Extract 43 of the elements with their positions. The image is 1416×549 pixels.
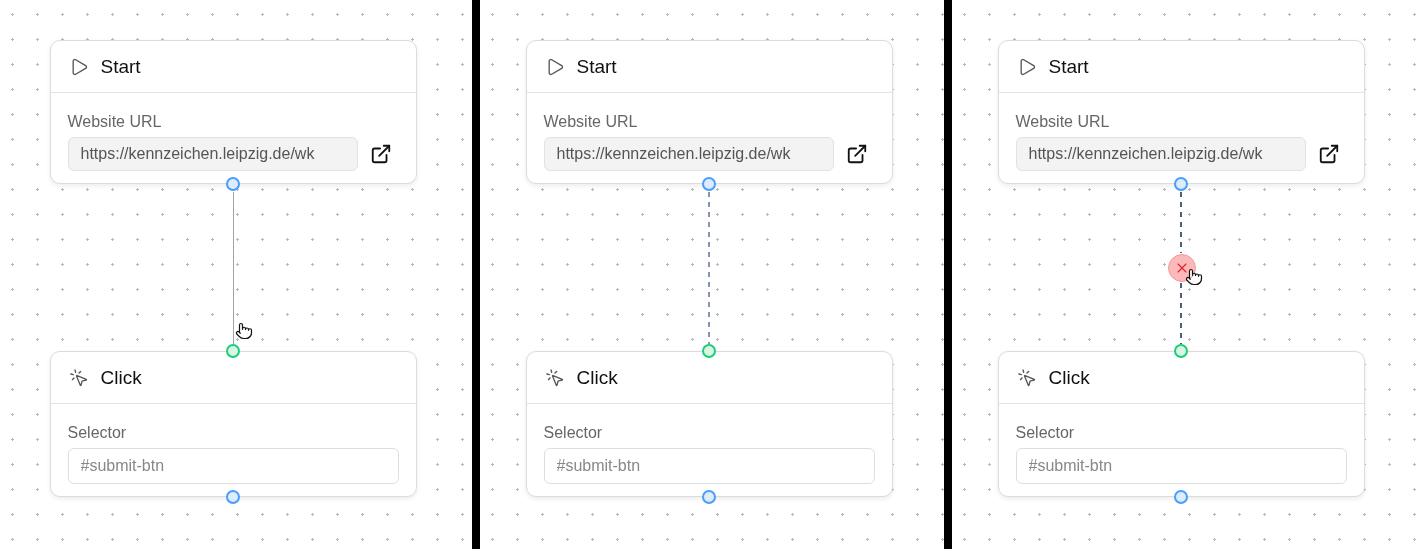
field-label: Selector xyxy=(543,424,604,442)
field-label: Selector xyxy=(67,424,128,442)
url-field[interactable]: https://kennzeichen.leipzig.de/wk xyxy=(67,137,358,171)
node-title: Start xyxy=(576,55,617,78)
connector-line[interactable] xyxy=(1178,192,1183,253)
node-card[interactable]: Click Selector #submit-btn xyxy=(997,351,1365,497)
output-handle[interactable] xyxy=(1174,177,1188,191)
connector-line[interactable] xyxy=(706,192,711,344)
output-handle[interactable] xyxy=(702,490,716,504)
input-handle[interactable] xyxy=(702,344,716,358)
pointer-click-icon xyxy=(1016,367,1037,388)
external-link-icon[interactable] xyxy=(1317,143,1340,165)
node-title: Click xyxy=(100,366,142,389)
field-label: Website URL xyxy=(1015,113,1111,131)
field-label: Website URL xyxy=(543,113,639,131)
url-field[interactable]: https://kennzeichen.leipzig.de/wk xyxy=(1015,137,1306,171)
input-handle[interactable] xyxy=(1174,344,1188,358)
node-title: Start xyxy=(1048,55,1089,78)
pointer-click-icon xyxy=(68,367,89,388)
external-link-icon[interactable] xyxy=(369,143,392,165)
node-card[interactable]: Click Selector #submit-btn xyxy=(525,351,893,497)
external-link-icon[interactable] xyxy=(845,143,868,165)
output-handle[interactable] xyxy=(702,177,716,191)
field-label: Selector xyxy=(1015,424,1076,442)
selector-field[interactable]: #submit-btn xyxy=(67,448,399,484)
pointer-click-icon xyxy=(544,367,565,388)
selector-field[interactable]: #submit-btn xyxy=(543,448,875,484)
url-field[interactable]: https://kennzeichen.leipzig.de/wk xyxy=(543,137,834,171)
field-label: Website URL xyxy=(67,113,163,131)
input-handle[interactable] xyxy=(226,344,240,358)
output-handle[interactable] xyxy=(226,177,240,191)
output-handle[interactable] xyxy=(1174,490,1188,504)
node-title: Start xyxy=(100,55,141,78)
node-card[interactable]: Start Website URL https://kennzeichen.leipzig.de/wk xyxy=(997,40,1365,184)
delete-edge-button[interactable] xyxy=(1167,254,1196,282)
node-card[interactable]: Start Website URL https://kennzeichen.leipzig.de/wk xyxy=(49,40,417,184)
node-card[interactable]: Start Website URL https://kennzeichen.leipzig.de/wk xyxy=(525,40,893,184)
node-card[interactable]: Click Selector #submit-btn xyxy=(49,351,417,497)
output-handle[interactable] xyxy=(226,490,240,504)
node-title: Click xyxy=(576,366,618,389)
node-title: Click xyxy=(1048,366,1090,389)
selector-field[interactable]: #submit-btn xyxy=(1015,448,1347,484)
connector-line[interactable] xyxy=(1178,283,1183,344)
